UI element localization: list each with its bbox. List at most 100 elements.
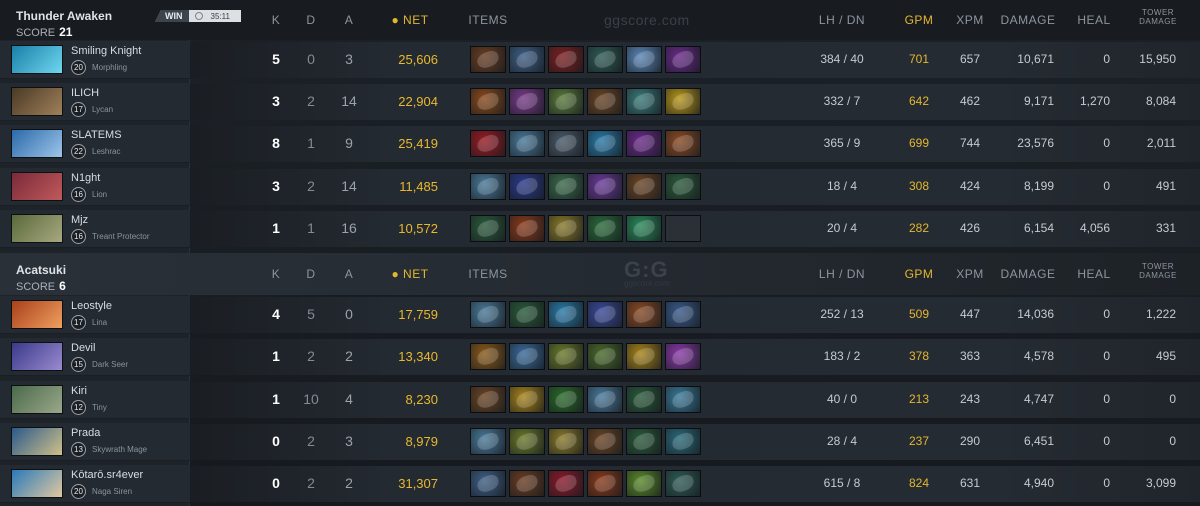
item-icon[interactable]: [470, 46, 506, 73]
item-icon[interactable]: [626, 301, 662, 328]
player-name[interactable]: Kiri: [71, 385, 87, 397]
header-heal: HEAL: [1077, 267, 1111, 281]
heal-value: 1,270: [1079, 94, 1110, 108]
player-name[interactable]: Leostyle: [71, 300, 112, 312]
item-icon[interactable]: [626, 215, 662, 242]
item-icon[interactable]: [509, 46, 545, 73]
item-icon[interactable]: [470, 88, 506, 115]
item-icon[interactable]: [587, 301, 623, 328]
item-icon[interactable]: [587, 88, 623, 115]
item-icon[interactable]: [665, 386, 701, 413]
hero-portrait[interactable]: [11, 469, 63, 498]
player-row[interactable]: ILICH 17 Lycan 3 2 14 22,904 332 / 7 642 462 9,171…: [0, 82, 1200, 122]
player-name[interactable]: Smiling Knight: [71, 45, 141, 57]
item-icon[interactable]: [548, 470, 584, 497]
item-icon[interactable]: [509, 88, 545, 115]
hero-portrait[interactable]: [11, 45, 63, 74]
player-name[interactable]: SLATEMS: [71, 129, 122, 141]
player-row[interactable]: Kiri 12 Tiny 1 10 4 8,230 40 / 0 213 243 4,747 0 0: [0, 380, 1200, 420]
item-icon[interactable]: [587, 46, 623, 73]
player-name[interactable]: N1ght: [71, 172, 100, 184]
item-icon[interactable]: [626, 428, 662, 455]
player-name[interactable]: ILICH: [71, 87, 99, 99]
item-icon[interactable]: [548, 130, 584, 157]
item-icon[interactable]: [626, 343, 662, 370]
item-icon[interactable]: [509, 301, 545, 328]
player-row[interactable]: Prada 13 Skywrath Mage 0 2 3 8,979 28 / 4 237 290…: [0, 422, 1200, 462]
player-row[interactable]: Mjz 16 Treant Protector 1 1 16 10,572 20 / 4 282…: [0, 209, 1200, 249]
item-icon[interactable]: [548, 301, 584, 328]
item-icon[interactable]: [548, 46, 584, 73]
item-icon[interactable]: [470, 343, 506, 370]
hero-portrait[interactable]: [11, 427, 63, 456]
hero-portrait[interactable]: [11, 342, 63, 371]
item-icon[interactable]: [509, 386, 545, 413]
item-icon[interactable]: [626, 173, 662, 200]
item-icon[interactable]: [548, 386, 584, 413]
kills-value: 0: [272, 433, 280, 449]
item-icon[interactable]: [665, 173, 701, 200]
hero-level: 20: [71, 484, 86, 499]
item-icon[interactable]: [509, 215, 545, 242]
item-icon[interactable]: [470, 301, 506, 328]
hero-name: Skywrath Mage: [92, 445, 148, 454]
item-icon[interactable]: [470, 215, 506, 242]
item-icon[interactable]: [665, 343, 701, 370]
item-icon[interactable]: [509, 470, 545, 497]
item-icon[interactable]: [587, 428, 623, 455]
xpm-value: 462: [959, 94, 981, 108]
player-name[interactable]: Mjz: [71, 214, 88, 226]
item-icon[interactable]: [470, 428, 506, 455]
player-name[interactable]: Prada: [71, 427, 100, 439]
item-icon[interactable]: [548, 215, 584, 242]
item-icon[interactable]: [626, 386, 662, 413]
item-icon[interactable]: [626, 46, 662, 73]
hero-portrait[interactable]: [11, 87, 63, 116]
player-row[interactable]: N1ght 16 Lion 3 2 14 11,485 18 / 4 308 424 8,199 0 4…: [0, 167, 1200, 207]
item-icon[interactable]: [470, 130, 506, 157]
item-icon[interactable]: [548, 88, 584, 115]
item-icon[interactable]: [665, 46, 701, 73]
item-icon[interactable]: [665, 301, 701, 328]
item-icon[interactable]: [587, 173, 623, 200]
item-icon[interactable]: [587, 343, 623, 370]
player-row[interactable]: Leostyle 17 Lina 4 5 0 17,759 252 / 13 509 447 14,…: [0, 295, 1200, 335]
hero-portrait[interactable]: [11, 172, 63, 201]
hero-portrait[interactable]: [11, 214, 63, 243]
item-icon[interactable]: [587, 130, 623, 157]
gpm-value: 642: [908, 94, 930, 108]
player-row[interactable]: SLATEMS 22 Leshrac 8 1 9 25,419 365 / 9 699 744 23…: [0, 124, 1200, 164]
item-icon[interactable]: [470, 386, 506, 413]
item-icon[interactable]: [470, 173, 506, 200]
hero-portrait[interactable]: [11, 129, 63, 158]
item-icon[interactable]: [665, 470, 701, 497]
hero-portrait[interactable]: [11, 300, 63, 329]
item-icon[interactable]: [509, 173, 545, 200]
player-name[interactable]: Kōtarō.sr4ever: [71, 469, 143, 481]
item-icon[interactable]: [587, 386, 623, 413]
item-icon[interactable]: [548, 343, 584, 370]
net-worth-value: 10,572: [398, 221, 438, 236]
hero-name: Leshrac: [92, 147, 121, 156]
player-name[interactable]: Devil: [71, 342, 95, 354]
item-icon[interactable]: [548, 173, 584, 200]
item-icon[interactable]: [587, 215, 623, 242]
item-icon[interactable]: [665, 428, 701, 455]
player-row[interactable]: Kōtarō.sr4ever 20 Naga Siren 0 2 2 31,307 615 /…: [0, 464, 1200, 504]
item-icon[interactable]: [626, 470, 662, 497]
item-icon[interactable]: [665, 88, 701, 115]
heal-value: 0: [1103, 349, 1110, 363]
item-icon[interactable]: [509, 130, 545, 157]
net-worth-value: 13,340: [398, 349, 438, 364]
player-row[interactable]: Smiling Knight 20 Morphling 5 0 3 25,606 384 / …: [0, 40, 1200, 80]
item-icon[interactable]: [626, 130, 662, 157]
hero-portrait[interactable]: [11, 385, 63, 414]
player-row[interactable]: Devil 15 Dark Seer 1 2 2 13,340 183 / 2 378 363 4,…: [0, 337, 1200, 377]
item-icon[interactable]: [470, 470, 506, 497]
item-icon[interactable]: [509, 428, 545, 455]
item-icon[interactable]: [587, 470, 623, 497]
item-icon[interactable]: [665, 130, 701, 157]
item-icon[interactable]: [626, 88, 662, 115]
item-icon[interactable]: [509, 343, 545, 370]
item-icon[interactable]: [548, 428, 584, 455]
